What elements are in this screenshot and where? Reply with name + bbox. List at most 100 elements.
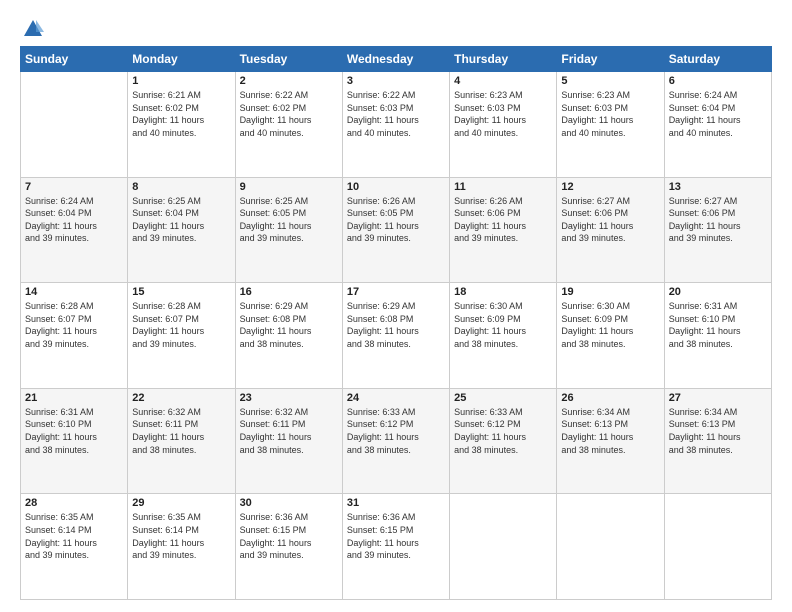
cell-info: Sunrise: 6:36 AM Sunset: 6:15 PM Dayligh… [240,511,338,561]
day-number: 26 [561,392,659,404]
cell-info: Sunrise: 6:28 AM Sunset: 6:07 PM Dayligh… [25,300,123,350]
calendar-cell: 7 Sunrise: 6:24 AM Sunset: 6:04 PM Daylig… [21,177,128,283]
day-number: 7 [25,181,123,193]
day-number: 31 [347,497,445,509]
cell-info: Sunrise: 6:28 AM Sunset: 6:07 PM Dayligh… [132,300,230,350]
day-number: 18 [454,286,552,298]
calendar-cell [21,72,128,178]
calendar-cell: 13 Sunrise: 6:27 AM Sunset: 6:06 PM Dayli… [664,177,771,283]
day-number: 6 [669,75,767,87]
day-number: 21 [25,392,123,404]
day-number: 10 [347,181,445,193]
calendar-cell: 10 Sunrise: 6:26 AM Sunset: 6:05 PM Dayli… [342,177,449,283]
calendar-header-friday: Friday [557,47,664,72]
calendar-cell: 27Sunrise: 6:34 AM Sunset: 6:13 PM Dayli… [664,388,771,494]
calendar-table: SundayMondayTuesdayWednesdayThursdayFrid… [20,46,772,600]
calendar-header-monday: Monday [128,47,235,72]
calendar-cell: 28 Sunrise: 6:35 AM Sunset: 6:14 PM Dayli… [21,494,128,600]
calendar-cell [557,494,664,600]
calendar-cell: 5 Sunrise: 6:23 AM Sunset: 6:03 PM Daylig… [557,72,664,178]
calendar-cell: 21 Sunrise: 6:31 AM Sunset: 6:10 PM Dayli… [21,388,128,494]
calendar-cell: 6Sunrise: 6:24 AM Sunset: 6:04 PM Daylig… [664,72,771,178]
header [20,18,772,36]
cell-info: Sunrise: 6:35 AM Sunset: 6:14 PM Dayligh… [132,511,230,561]
page: SundayMondayTuesdayWednesdayThursdayFrid… [0,0,792,612]
calendar-week-row: 1Sunrise: 6:21 AM Sunset: 6:02 PM Daylig… [21,72,772,178]
cell-info: Sunrise: 6:27 AM Sunset: 6:06 PM Dayligh… [669,195,767,245]
calendar-header-saturday: Saturday [664,47,771,72]
cell-info: Sunrise: 6:33 AM Sunset: 6:12 PM Dayligh… [347,406,445,456]
calendar-cell: 22 Sunrise: 6:32 AM Sunset: 6:11 PM Dayli… [128,388,235,494]
cell-info: Sunrise: 6:26 AM Sunset: 6:06 PM Dayligh… [454,195,552,245]
calendar-cell: 26 Sunrise: 6:34 AM Sunset: 6:13 PM Dayli… [557,388,664,494]
logo [20,18,44,36]
logo-icon [22,18,44,40]
cell-info: Sunrise: 6:24 AM Sunset: 6:04 PM Dayligh… [25,195,123,245]
day-number: 22 [132,392,230,404]
day-number: 2 [240,75,338,87]
cell-info: Sunrise: 6:26 AM Sunset: 6:05 PM Dayligh… [347,195,445,245]
cell-info: Sunrise: 6:23 AM Sunset: 6:03 PM Dayligh… [561,89,659,139]
day-number: 11 [454,181,552,193]
cell-info: Sunrise: 6:36 AM Sunset: 6:15 PM Dayligh… [347,511,445,561]
calendar-cell: 23Sunrise: 6:32 AM Sunset: 6:11 PM Dayli… [235,388,342,494]
cell-info: Sunrise: 6:31 AM Sunset: 6:10 PM Dayligh… [25,406,123,456]
day-number: 9 [240,181,338,193]
day-number: 4 [454,75,552,87]
calendar-header-sunday: Sunday [21,47,128,72]
calendar-cell: 3Sunrise: 6:22 AM Sunset: 6:03 PM Daylig… [342,72,449,178]
calendar-cell: 9 Sunrise: 6:25 AM Sunset: 6:05 PM Daylig… [235,177,342,283]
day-number: 8 [132,181,230,193]
day-number: 19 [561,286,659,298]
calendar-header-wednesday: Wednesday [342,47,449,72]
cell-info: Sunrise: 6:29 AM Sunset: 6:08 PM Dayligh… [347,300,445,350]
cell-info: Sunrise: 6:22 AM Sunset: 6:02 PM Dayligh… [240,89,338,139]
day-number: 3 [347,75,445,87]
calendar-cell: 31 Sunrise: 6:36 AM Sunset: 6:15 PM Dayli… [342,494,449,600]
calendar-cell: 30Sunrise: 6:36 AM Sunset: 6:15 PM Dayli… [235,494,342,600]
calendar-cell: 12 Sunrise: 6:27 AM Sunset: 6:06 PM Dayli… [557,177,664,283]
day-number: 15 [132,286,230,298]
calendar-week-row: 21 Sunrise: 6:31 AM Sunset: 6:10 PM Dayli… [21,388,772,494]
calendar-cell: 14Sunrise: 6:28 AM Sunset: 6:07 PM Dayli… [21,283,128,389]
day-number: 25 [454,392,552,404]
day-number: 16 [240,286,338,298]
calendar-cell: 18Sunrise: 6:30 AM Sunset: 6:09 PM Dayli… [450,283,557,389]
cell-info: Sunrise: 6:23 AM Sunset: 6:03 PM Dayligh… [454,89,552,139]
cell-info: Sunrise: 6:35 AM Sunset: 6:14 PM Dayligh… [25,511,123,561]
calendar-cell: 2 Sunrise: 6:22 AM Sunset: 6:02 PM Daylig… [235,72,342,178]
calendar-cell: 17 Sunrise: 6:29 AM Sunset: 6:08 PM Dayli… [342,283,449,389]
day-number: 28 [25,497,123,509]
calendar-cell [664,494,771,600]
day-number: 13 [669,181,767,193]
calendar-cell: 1Sunrise: 6:21 AM Sunset: 6:02 PM Daylig… [128,72,235,178]
day-number: 23 [240,392,338,404]
cell-info: Sunrise: 6:27 AM Sunset: 6:06 PM Dayligh… [561,195,659,245]
cell-info: Sunrise: 6:33 AM Sunset: 6:12 PM Dayligh… [454,406,552,456]
day-number: 17 [347,286,445,298]
cell-info: Sunrise: 6:32 AM Sunset: 6:11 PM Dayligh… [132,406,230,456]
calendar-body: 1Sunrise: 6:21 AM Sunset: 6:02 PM Daylig… [21,72,772,600]
calendar-cell: 29Sunrise: 6:35 AM Sunset: 6:14 PM Dayli… [128,494,235,600]
day-number: 12 [561,181,659,193]
cell-info: Sunrise: 6:29 AM Sunset: 6:08 PM Dayligh… [240,300,338,350]
day-number: 27 [669,392,767,404]
cell-info: Sunrise: 6:30 AM Sunset: 6:09 PM Dayligh… [561,300,659,350]
calendar-cell: 8 Sunrise: 6:25 AM Sunset: 6:04 PM Daylig… [128,177,235,283]
calendar-cell [450,494,557,600]
cell-info: Sunrise: 6:34 AM Sunset: 6:13 PM Dayligh… [561,406,659,456]
cell-info: Sunrise: 6:25 AM Sunset: 6:05 PM Dayligh… [240,195,338,245]
calendar-cell: 20 Sunrise: 6:31 AM Sunset: 6:10 PM Dayli… [664,283,771,389]
calendar-week-row: 14Sunrise: 6:28 AM Sunset: 6:07 PM Dayli… [21,283,772,389]
day-number: 24 [347,392,445,404]
day-number: 20 [669,286,767,298]
calendar-header-row: SundayMondayTuesdayWednesdayThursdayFrid… [21,47,772,72]
cell-info: Sunrise: 6:25 AM Sunset: 6:04 PM Dayligh… [132,195,230,245]
day-number: 5 [561,75,659,87]
calendar-cell: 24 Sunrise: 6:33 AM Sunset: 6:12 PM Dayli… [342,388,449,494]
calendar-cell: 25 Sunrise: 6:33 AM Sunset: 6:12 PM Dayli… [450,388,557,494]
cell-info: Sunrise: 6:31 AM Sunset: 6:10 PM Dayligh… [669,300,767,350]
calendar-cell: 19 Sunrise: 6:30 AM Sunset: 6:09 PM Dayli… [557,283,664,389]
calendar-cell: 15 Sunrise: 6:28 AM Sunset: 6:07 PM Dayli… [128,283,235,389]
calendar-week-row: 7 Sunrise: 6:24 AM Sunset: 6:04 PM Daylig… [21,177,772,283]
